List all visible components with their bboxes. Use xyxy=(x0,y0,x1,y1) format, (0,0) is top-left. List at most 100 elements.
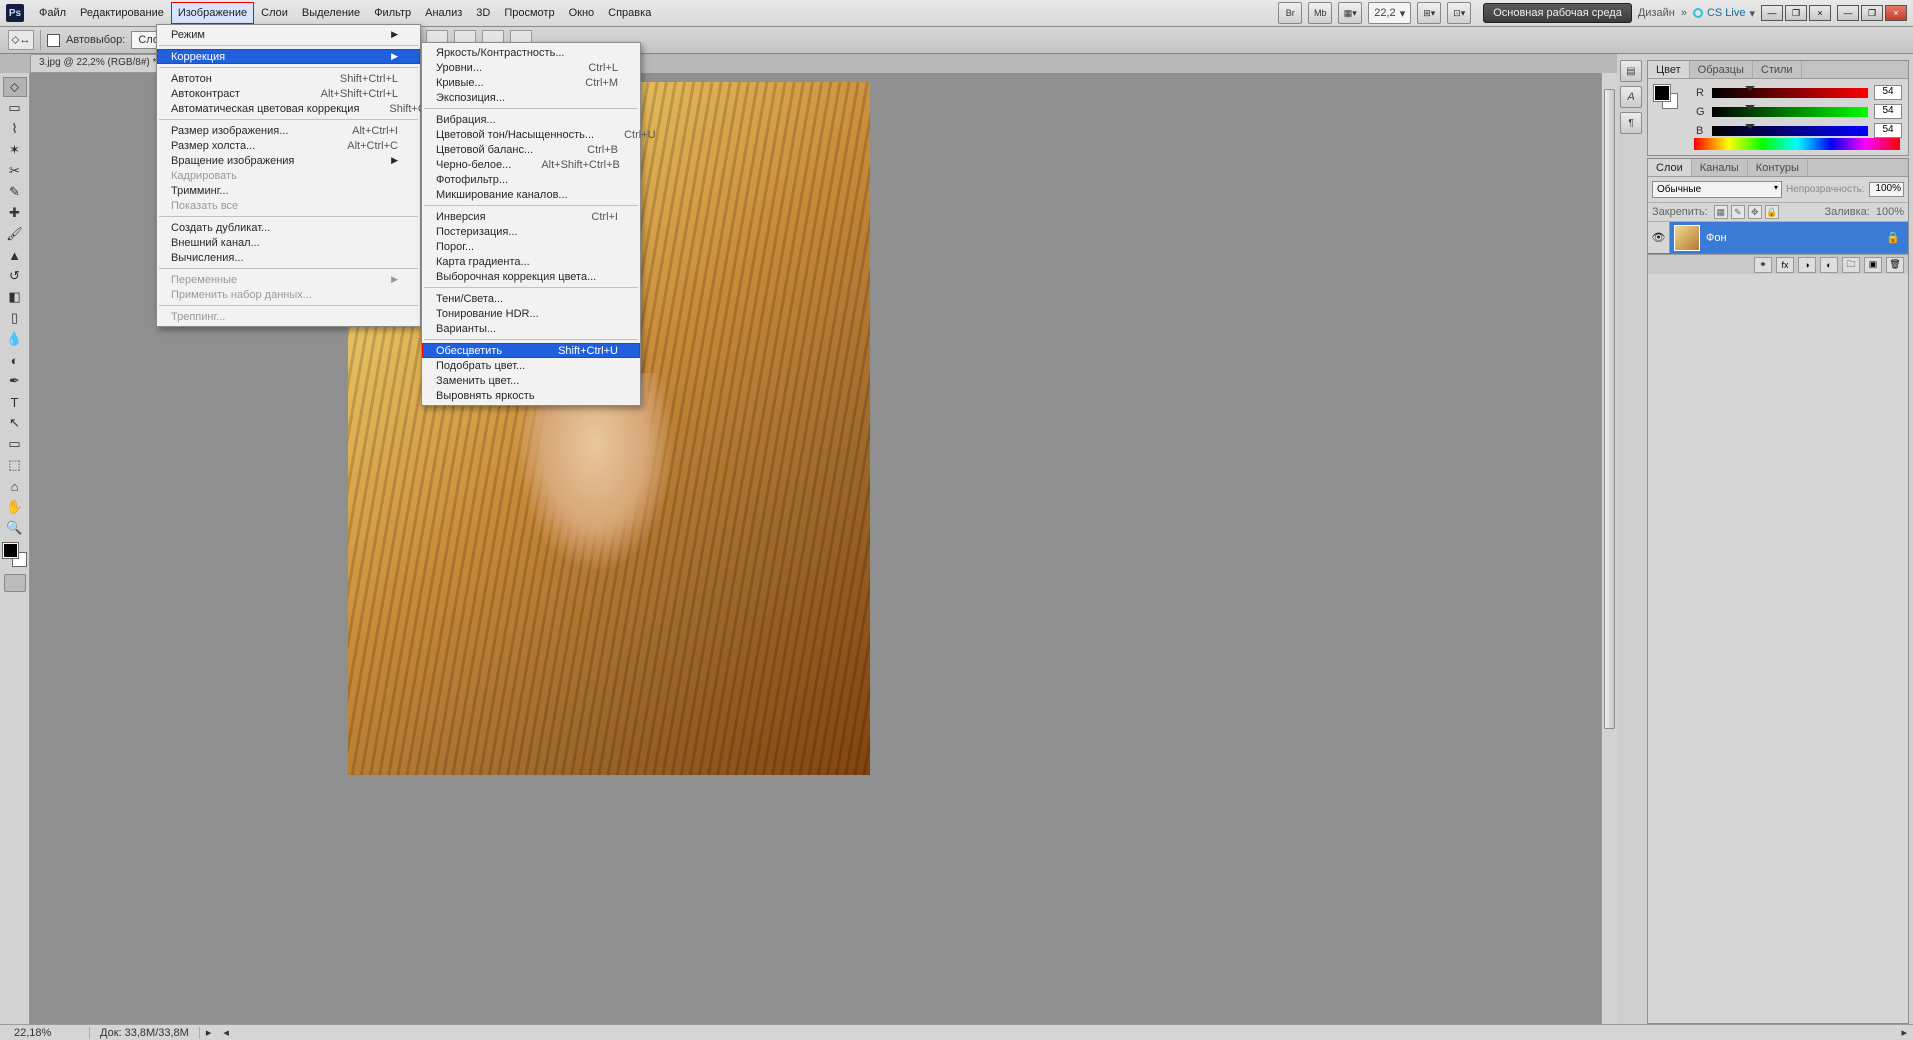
menu-filter[interactable]: Фильтр xyxy=(367,2,418,24)
move-tool-icon[interactable]: ⬦ xyxy=(3,77,27,97)
eyedropper-tool-icon[interactable]: ✎ xyxy=(3,182,27,202)
zoom-tool-icon[interactable]: 🔍 xyxy=(3,518,27,538)
eraser-tool-icon[interactable]: ◧ xyxy=(3,287,27,307)
menu-view[interactable]: Просмотр xyxy=(497,2,561,24)
launch-minibridge-icon[interactable]: Mb xyxy=(1308,2,1332,24)
character-panel-icon[interactable]: A xyxy=(1620,86,1642,108)
link-layers-icon[interactable]: ⚭ xyxy=(1754,257,1772,273)
status-zoom[interactable]: 22,18% xyxy=(0,1027,90,1039)
vertical-scrollbar[interactable] xyxy=(1601,73,1617,1024)
tab-paths[interactable]: Контуры xyxy=(1748,159,1808,176)
menu-item-автотон[interactable]: АвтотонShift+Ctrl+L xyxy=(157,71,420,86)
workspace-design[interactable]: Дизайн xyxy=(1638,7,1675,19)
menu-item-кривые-[interactable]: Кривые...Ctrl+M xyxy=(422,75,640,90)
lock-all-icon[interactable]: 🔒 xyxy=(1765,205,1779,219)
workspace-essentials[interactable]: Основная рабочая среда xyxy=(1483,3,1632,23)
b-value[interactable]: 54 xyxy=(1874,123,1902,138)
mask-icon[interactable]: ◑ xyxy=(1798,257,1816,273)
workspace-more-icon[interactable]: » xyxy=(1681,7,1687,19)
menu-3d[interactable]: 3D xyxy=(469,2,497,24)
menu-item-вибрация-[interactable]: Вибрация... xyxy=(422,112,640,127)
3d-tool-icon[interactable]: ⬚ xyxy=(3,455,27,475)
menu-item-выборочная-коррекция-цвета-[interactable]: Выборочная коррекция цвета... xyxy=(422,269,640,284)
brush-tool-icon[interactable]: 🖌 xyxy=(3,224,27,244)
opacity-value[interactable]: 100% xyxy=(1869,182,1904,197)
blur-tool-icon[interactable]: 💧 xyxy=(3,329,27,349)
menu-item-создать-дубликат-[interactable]: Создать дубликат... xyxy=(157,220,420,235)
menu-item-размер-холста-[interactable]: Размер холста...Alt+Ctrl+C xyxy=(157,138,420,153)
menu-item-порог-[interactable]: Порог... xyxy=(422,239,640,254)
g-slider[interactable] xyxy=(1712,107,1868,117)
status-more-icon[interactable]: ▸ xyxy=(200,1026,218,1039)
tab-color[interactable]: Цвет xyxy=(1648,61,1690,78)
menu-item-автоматическая-цветовая-коррекция[interactable]: Автоматическая цветовая коррекцияShift+C… xyxy=(157,101,420,116)
document-tab[interactable]: 3.jpg @ 22,2% (RGB/8#) * xyxy=(30,54,175,73)
menu-item-яркость-контрастность-[interactable]: Яркость/Контрастность... xyxy=(422,45,640,60)
app-minimize-icon[interactable]: — xyxy=(1837,5,1859,21)
group-icon[interactable]: 🗀 xyxy=(1842,257,1860,273)
layer-visibility-icon[interactable]: 👁 xyxy=(1648,222,1670,253)
lock-transparent-icon[interactable]: ▦ xyxy=(1714,205,1728,219)
menu-item-коррекция[interactable]: Коррекция▶ xyxy=(157,49,420,64)
zoom-combo[interactable]: 22,2▾ xyxy=(1368,2,1411,24)
screen-mode-icon[interactable]: ⊡▾ xyxy=(1447,2,1471,24)
cslive-button[interactable]: CS Live▾ xyxy=(1693,7,1755,20)
lock-position-icon[interactable]: ✥ xyxy=(1748,205,1762,219)
menu-file[interactable]: Файл xyxy=(32,2,73,24)
menu-item-тонирование-hdr-[interactable]: Тонирование HDR... xyxy=(422,306,640,321)
stamp-tool-icon[interactable]: ▲ xyxy=(3,245,27,265)
type-tool-icon[interactable]: T xyxy=(3,392,27,412)
lock-pixels-icon[interactable]: ✎ xyxy=(1731,205,1745,219)
arrange-documents-icon[interactable]: ⊞▾ xyxy=(1417,2,1441,24)
launch-bridge-icon[interactable]: Br xyxy=(1278,2,1302,24)
menu-item-внешний-канал-[interactable]: Внешний канал... xyxy=(157,235,420,250)
pen-tool-icon[interactable]: ✒ xyxy=(3,371,27,391)
doc-close-icon[interactable]: × xyxy=(1809,5,1831,21)
status-doc-size[interactable]: Док: 33,8M/33,8M xyxy=(90,1027,200,1039)
tab-layers[interactable]: Слои xyxy=(1648,159,1692,176)
auto-select-checkbox[interactable] xyxy=(47,34,60,47)
lasso-tool-icon[interactable]: ⌇ xyxy=(3,119,27,139)
r-value[interactable]: 54 xyxy=(1874,85,1902,100)
layer-row[interactable]: 👁 Фон 🔒 xyxy=(1648,222,1908,254)
menu-item-режим[interactable]: Режим▶ xyxy=(157,27,420,42)
menu-item-подобрать-цвет-[interactable]: Подобрать цвет... xyxy=(422,358,640,373)
menu-help[interactable]: Справка xyxy=(601,2,658,24)
menu-item-инверсия[interactable]: ИнверсияCtrl+I xyxy=(422,209,640,224)
menu-item-цветовой-баланс-[interactable]: Цветовой баланс...Ctrl+B xyxy=(422,142,640,157)
menu-item-уровни-[interactable]: Уровни...Ctrl+L xyxy=(422,60,640,75)
dodge-tool-icon[interactable]: ◐ xyxy=(3,350,27,370)
menu-item-тени-света-[interactable]: Тени/Света... xyxy=(422,291,640,306)
menu-item-цветовой-тон-насыщенность-[interactable]: Цветовой тон/Насыщенность...Ctrl+U xyxy=(422,127,640,142)
menu-edit[interactable]: Редактирование xyxy=(73,2,171,24)
menu-item-черно-белое-[interactable]: Черно-белое...Alt+Shift+Ctrl+B xyxy=(422,157,640,172)
path-select-icon[interactable]: ↖ xyxy=(3,413,27,433)
history-brush-icon[interactable]: ↺ xyxy=(3,266,27,286)
menu-layer[interactable]: Слои xyxy=(254,2,295,24)
move-tool-preset-icon[interactable]: ⬦↔ xyxy=(8,30,34,50)
spectrum-ramp[interactable] xyxy=(1694,138,1900,150)
menu-item-заменить-цвет-[interactable]: Заменить цвет... xyxy=(422,373,640,388)
tab-channels[interactable]: Каналы xyxy=(1692,159,1748,176)
menu-image[interactable]: Изображение xyxy=(171,2,254,24)
hand-tool-icon[interactable]: ✋ xyxy=(3,497,27,517)
new-layer-icon[interactable]: ▣ xyxy=(1864,257,1882,273)
menu-item-вращение-изображения[interactable]: Вращение изображения▶ xyxy=(157,153,420,168)
view-extras-icon[interactable]: ▦▾ xyxy=(1338,2,1362,24)
marquee-tool-icon[interactable]: ▭ xyxy=(3,98,27,118)
paragraph-panel-icon[interactable]: ¶ xyxy=(1620,112,1642,134)
menu-analysis[interactable]: Анализ xyxy=(418,2,469,24)
doc-minimize-icon[interactable]: — xyxy=(1761,5,1783,21)
menu-item-постеризация-[interactable]: Постеризация... xyxy=(422,224,640,239)
menu-select[interactable]: Выделение xyxy=(295,2,367,24)
menu-item-размер-изображения-[interactable]: Размер изображения...Alt+Ctrl+I xyxy=(157,123,420,138)
hscroll-left-icon[interactable]: ◂ xyxy=(217,1026,235,1039)
delete-layer-icon[interactable]: 🗑 xyxy=(1886,257,1904,273)
fill-value[interactable]: 100% xyxy=(1876,206,1904,218)
crop-tool-icon[interactable]: ✂ xyxy=(3,161,27,181)
blend-mode-combo[interactable]: Обычные xyxy=(1652,181,1782,198)
menu-item-выровнять-яркость[interactable]: Выровнять яркость xyxy=(422,388,640,403)
menu-item-обесцветить[interactable]: ОбесцветитьShift+Ctrl+U xyxy=(422,343,640,358)
scrollbar-thumb[interactable] xyxy=(1604,89,1615,729)
menu-item-фотофильтр-[interactable]: Фотофильтр... xyxy=(422,172,640,187)
